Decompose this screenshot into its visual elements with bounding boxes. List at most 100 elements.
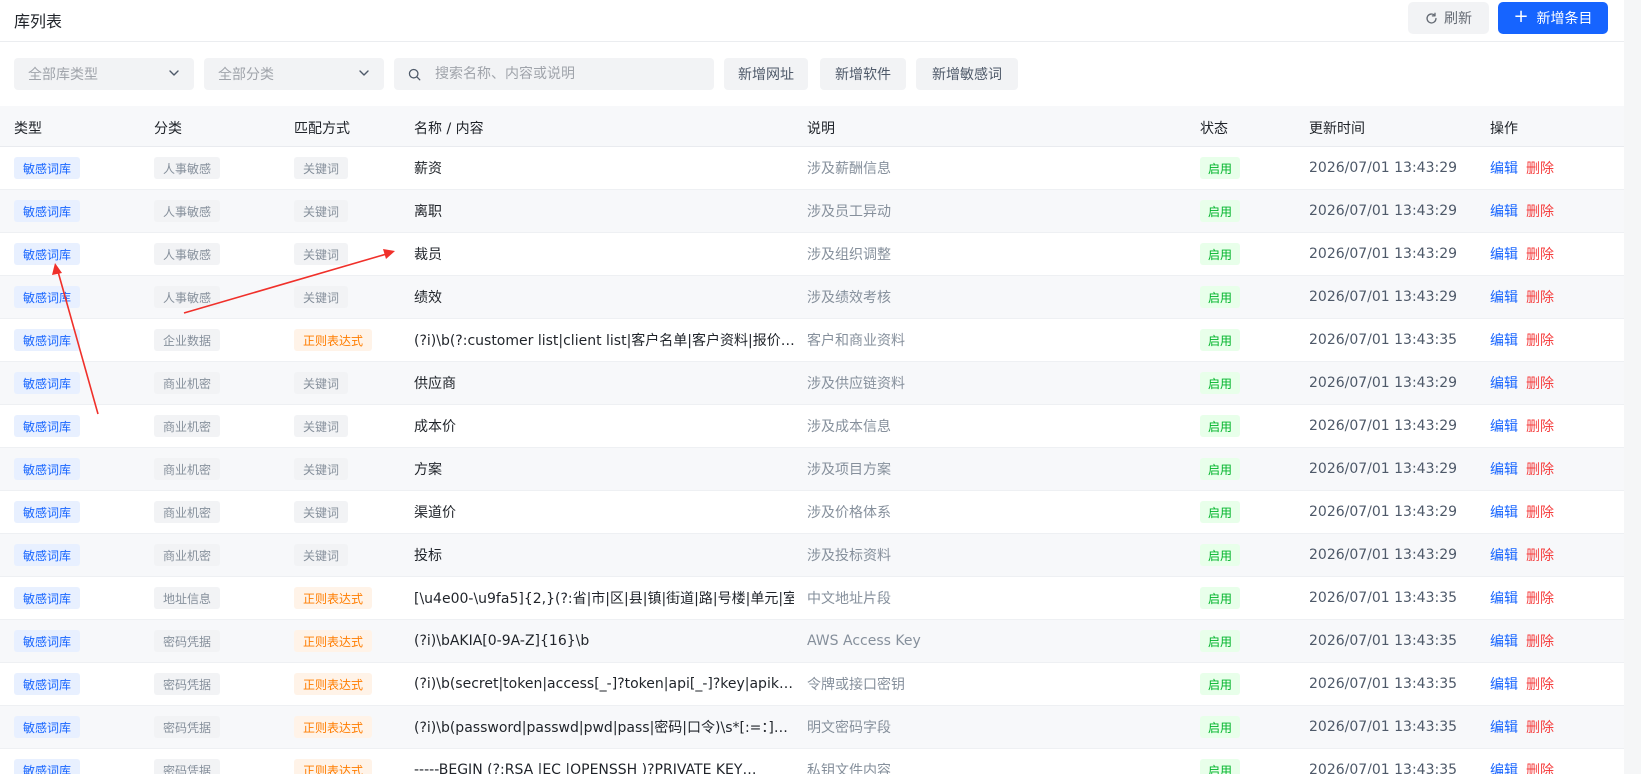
edit-link[interactable]: 编辑 bbox=[1490, 631, 1518, 651]
cell-type: 敏感词库 bbox=[14, 190, 144, 232]
status-badge: 启用 bbox=[1200, 243, 1241, 265]
cell-type: 敏感词库 bbox=[14, 620, 144, 662]
category-select[interactable]: 全部分类 bbox=[204, 58, 384, 90]
edit-link[interactable]: 编辑 bbox=[1490, 588, 1518, 608]
delete-link[interactable]: 删除 bbox=[1526, 244, 1554, 264]
delete-link[interactable]: 删除 bbox=[1526, 760, 1554, 774]
delete-link[interactable]: 删除 bbox=[1526, 545, 1554, 565]
edit-link[interactable]: 编辑 bbox=[1490, 373, 1518, 393]
edit-link[interactable]: 编辑 bbox=[1490, 674, 1518, 694]
delete-link[interactable]: 删除 bbox=[1526, 502, 1554, 522]
cell-category: 商业机密 bbox=[154, 405, 284, 447]
type-tag: 敏感词库 bbox=[14, 458, 81, 480]
match-tag: 关键词 bbox=[294, 200, 349, 222]
delete-link[interactable]: 删除 bbox=[1526, 674, 1554, 694]
edit-link[interactable]: 编辑 bbox=[1490, 760, 1518, 774]
entry-description: AWS Access Key bbox=[807, 633, 921, 649]
edit-link[interactable]: 编辑 bbox=[1490, 244, 1518, 264]
edit-link[interactable]: 编辑 bbox=[1490, 545, 1518, 565]
delete-link[interactable]: 删除 bbox=[1526, 588, 1554, 608]
status-badge: 启用 bbox=[1200, 544, 1241, 566]
vertical-scrollbar[interactable] bbox=[1624, 0, 1641, 774]
category-tag: 人事敏感 bbox=[154, 200, 221, 222]
table-row: 敏感词库 人事敏感 关键词 裁员 涉及组织调整 启用 2026/07/01 13:43:29… bbox=[0, 233, 1624, 276]
match-tag: 关键词 bbox=[294, 372, 349, 394]
cell-actions: 编辑 删除 bbox=[1490, 706, 1610, 748]
cell-actions: 编辑 删除 bbox=[1490, 362, 1610, 404]
page-title: 库列表 bbox=[14, 12, 63, 31]
edit-link[interactable]: 编辑 bbox=[1490, 287, 1518, 307]
cell-actions: 编辑 删除 bbox=[1490, 190, 1610, 232]
entry-name: [\u4e00-\u9fa5]{2,}(?:省|市|区|县|镇|街道|路|号楼|… bbox=[414, 591, 794, 607]
category-tag: 商业机密 bbox=[154, 458, 221, 480]
edit-link[interactable]: 编辑 bbox=[1490, 330, 1518, 350]
add-entry-button[interactable]: + 新增条目 bbox=[1498, 2, 1608, 34]
edit-link[interactable]: 编辑 bbox=[1490, 201, 1518, 221]
delete-link[interactable]: 删除 bbox=[1526, 416, 1554, 436]
cell-match: 关键词 bbox=[294, 405, 404, 447]
cell-category: 密码凭据 bbox=[154, 706, 284, 748]
status-badge: 启用 bbox=[1200, 630, 1241, 652]
type-tag: 敏感词库 bbox=[14, 501, 81, 523]
table-row: 敏感词库 地址信息 正则表达式 [\u4e00-\u9fa5]{2,}(?:省|市|区… bbox=[0, 577, 1624, 620]
add-sensitive-word-button[interactable]: 新增敏感词 bbox=[916, 58, 1018, 90]
type-select[interactable]: 全部库类型 bbox=[14, 58, 194, 90]
entry-description: 涉及供应链资料 bbox=[807, 376, 905, 392]
edit-link[interactable]: 编辑 bbox=[1490, 717, 1518, 737]
updated-time: 2026/07/01 13:43:29 bbox=[1309, 547, 1458, 563]
entry-name: 离职 bbox=[414, 204, 442, 220]
updated-time: 2026/07/01 13:43:29 bbox=[1309, 461, 1458, 477]
type-select-value: 全部库类型 bbox=[28, 67, 98, 83]
match-tag: 关键词 bbox=[294, 501, 349, 523]
table-row: 敏感词库 人事敏感 关键词 离职 涉及员工异动 启用 2026/07/01 13:43:29… bbox=[0, 190, 1624, 233]
category-select-value: 全部分类 bbox=[218, 67, 274, 83]
add-software-button[interactable]: 新增软件 bbox=[820, 58, 906, 90]
entry-description: 涉及价格体系 bbox=[807, 505, 891, 521]
entry-description: 涉及投标资料 bbox=[807, 548, 891, 564]
cell-match: 正则表达式 bbox=[294, 319, 404, 361]
delete-link[interactable]: 删除 bbox=[1526, 330, 1554, 350]
cell-status: 启用 bbox=[1200, 706, 1290, 748]
delete-link[interactable]: 删除 bbox=[1526, 717, 1554, 737]
search-input[interactable] bbox=[435, 66, 705, 82]
type-tag: 敏感词库 bbox=[14, 544, 81, 566]
cell-actions: 编辑 删除 bbox=[1490, 663, 1610, 705]
type-tag: 敏感词库 bbox=[14, 157, 81, 179]
type-tag: 敏感词库 bbox=[14, 329, 81, 351]
match-tag: 关键词 bbox=[294, 286, 349, 308]
edit-link[interactable]: 编辑 bbox=[1490, 459, 1518, 479]
table-row: 敏感词库 企业数据 正则表达式 (?i)\b(?:customer list|clie… bbox=[0, 319, 1624, 362]
delete-link[interactable]: 删除 bbox=[1526, 459, 1554, 479]
edit-link[interactable]: 编辑 bbox=[1490, 416, 1518, 436]
delete-link[interactable]: 删除 bbox=[1526, 373, 1554, 393]
entry-name: (?i)\b(secret|token|access[_-]?token|api… bbox=[414, 676, 793, 692]
refresh-button[interactable]: 刷新 bbox=[1408, 2, 1489, 34]
cell-category: 人事敏感 bbox=[154, 276, 284, 318]
entry-description: 客户和商业资料 bbox=[807, 333, 905, 349]
cell-type: 敏感词库 bbox=[14, 362, 144, 404]
table-row: 敏感词库 人事敏感 关键词 绩效 涉及绩效考核 启用 2026/07/01 13:43:29… bbox=[0, 276, 1624, 319]
add-url-button[interactable]: 新增网址 bbox=[724, 58, 808, 90]
edit-link[interactable]: 编辑 bbox=[1490, 158, 1518, 178]
cell-category: 密码凭据 bbox=[154, 663, 284, 705]
entry-description: 涉及组织调整 bbox=[807, 247, 891, 263]
status-badge: 启用 bbox=[1200, 458, 1241, 480]
delete-link[interactable]: 删除 bbox=[1526, 631, 1554, 651]
delete-link[interactable]: 删除 bbox=[1526, 201, 1554, 221]
status-badge: 启用 bbox=[1200, 372, 1241, 394]
match-tag: 关键词 bbox=[294, 243, 349, 265]
cell-status: 启用 bbox=[1200, 362, 1290, 404]
type-tag: 敏感词库 bbox=[14, 286, 81, 308]
updated-time: 2026/07/01 13:43:35 bbox=[1309, 332, 1458, 348]
category-tag: 商业机密 bbox=[154, 372, 221, 394]
cell-status: 启用 bbox=[1200, 276, 1290, 318]
delete-link[interactable]: 删除 bbox=[1526, 158, 1554, 178]
cell-type: 敏感词库 bbox=[14, 233, 144, 275]
cell-match: 关键词 bbox=[294, 276, 404, 318]
edit-link[interactable]: 编辑 bbox=[1490, 502, 1518, 522]
cell-type: 敏感词库 bbox=[14, 147, 144, 189]
cell-match: 关键词 bbox=[294, 233, 404, 275]
type-tag: 敏感词库 bbox=[14, 243, 81, 265]
status-badge: 启用 bbox=[1200, 716, 1241, 738]
delete-link[interactable]: 删除 bbox=[1526, 287, 1554, 307]
